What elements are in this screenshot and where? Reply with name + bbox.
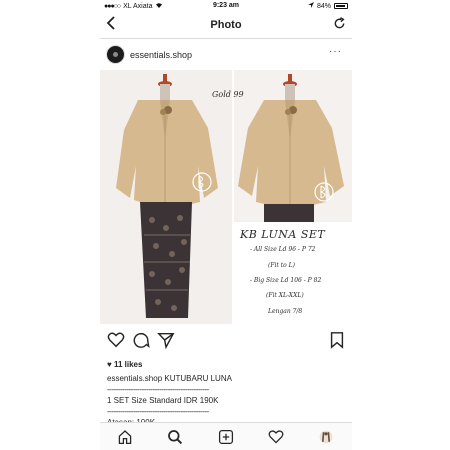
caption-line: 1 SET Size Standard IDR 190K	[107, 396, 219, 405]
post-photo[interactable]: Gold 99 KB LUNA SET - All Size Ld 96 - P…	[100, 70, 352, 324]
battery-percent: 84%	[316, 2, 331, 10]
comment-icon[interactable]	[132, 331, 150, 349]
location-icon	[307, 2, 314, 10]
like-count[interactable]: ♥ 11 likes	[107, 360, 142, 369]
caption-username[interactable]: essentials.shop	[107, 374, 162, 383]
nav-bar: Photo	[100, 13, 352, 39]
photo-text-line1: - All Size Ld 96 - P 72	[250, 246, 316, 253]
status-bar: ●●●○○ XL Axiata 9:23 am 84%	[100, 0, 352, 13]
photo-text-title: KB LUNA SET	[240, 228, 326, 241]
photo-text-line2: (Fit to L)	[268, 262, 295, 269]
caption-divider: ----------------------------------------…	[107, 407, 209, 416]
caption-title: KUTUBARU LUNA	[162, 374, 232, 383]
photo-text-gold: Gold 99	[212, 90, 244, 99]
avatar[interactable]	[106, 45, 125, 64]
like-heart-icon[interactable]	[107, 331, 125, 349]
profile-avatar-icon[interactable]	[318, 429, 334, 445]
home-icon[interactable]	[117, 429, 133, 445]
new-post-icon[interactable]	[218, 429, 234, 445]
activity-heart-icon[interactable]	[268, 429, 284, 445]
photo-text-line5: Lengan 7/8	[268, 308, 303, 315]
action-bar	[100, 326, 352, 352]
page-title: Photo	[210, 19, 242, 31]
status-right: 84%	[307, 2, 348, 10]
photo-text-line4: (Fit XL-XXL)	[266, 292, 304, 299]
post-header: essentials.shop ···	[100, 40, 352, 70]
share-icon[interactable]	[157, 331, 175, 350]
refresh-icon[interactable]	[333, 16, 346, 34]
search-icon[interactable]	[167, 429, 183, 445]
more-options-icon[interactable]: ···	[329, 46, 342, 57]
bookmark-icon[interactable]	[328, 331, 346, 349]
post-username[interactable]: essentials.shop	[130, 50, 192, 60]
photo-text-line3: - Big Size Ld 106 - P 82	[250, 277, 322, 284]
product-photo-illustration	[100, 70, 352, 324]
instagram-screen: ●●●○○ XL Axiata 9:23 am 84% Photo essent…	[100, 0, 352, 450]
caption-divider: ----------------------------------------…	[107, 385, 209, 394]
battery-icon	[334, 3, 348, 9]
tab-bar	[100, 422, 352, 450]
caption-header: essentials.shop KUTUBARU LUNA	[107, 374, 232, 383]
